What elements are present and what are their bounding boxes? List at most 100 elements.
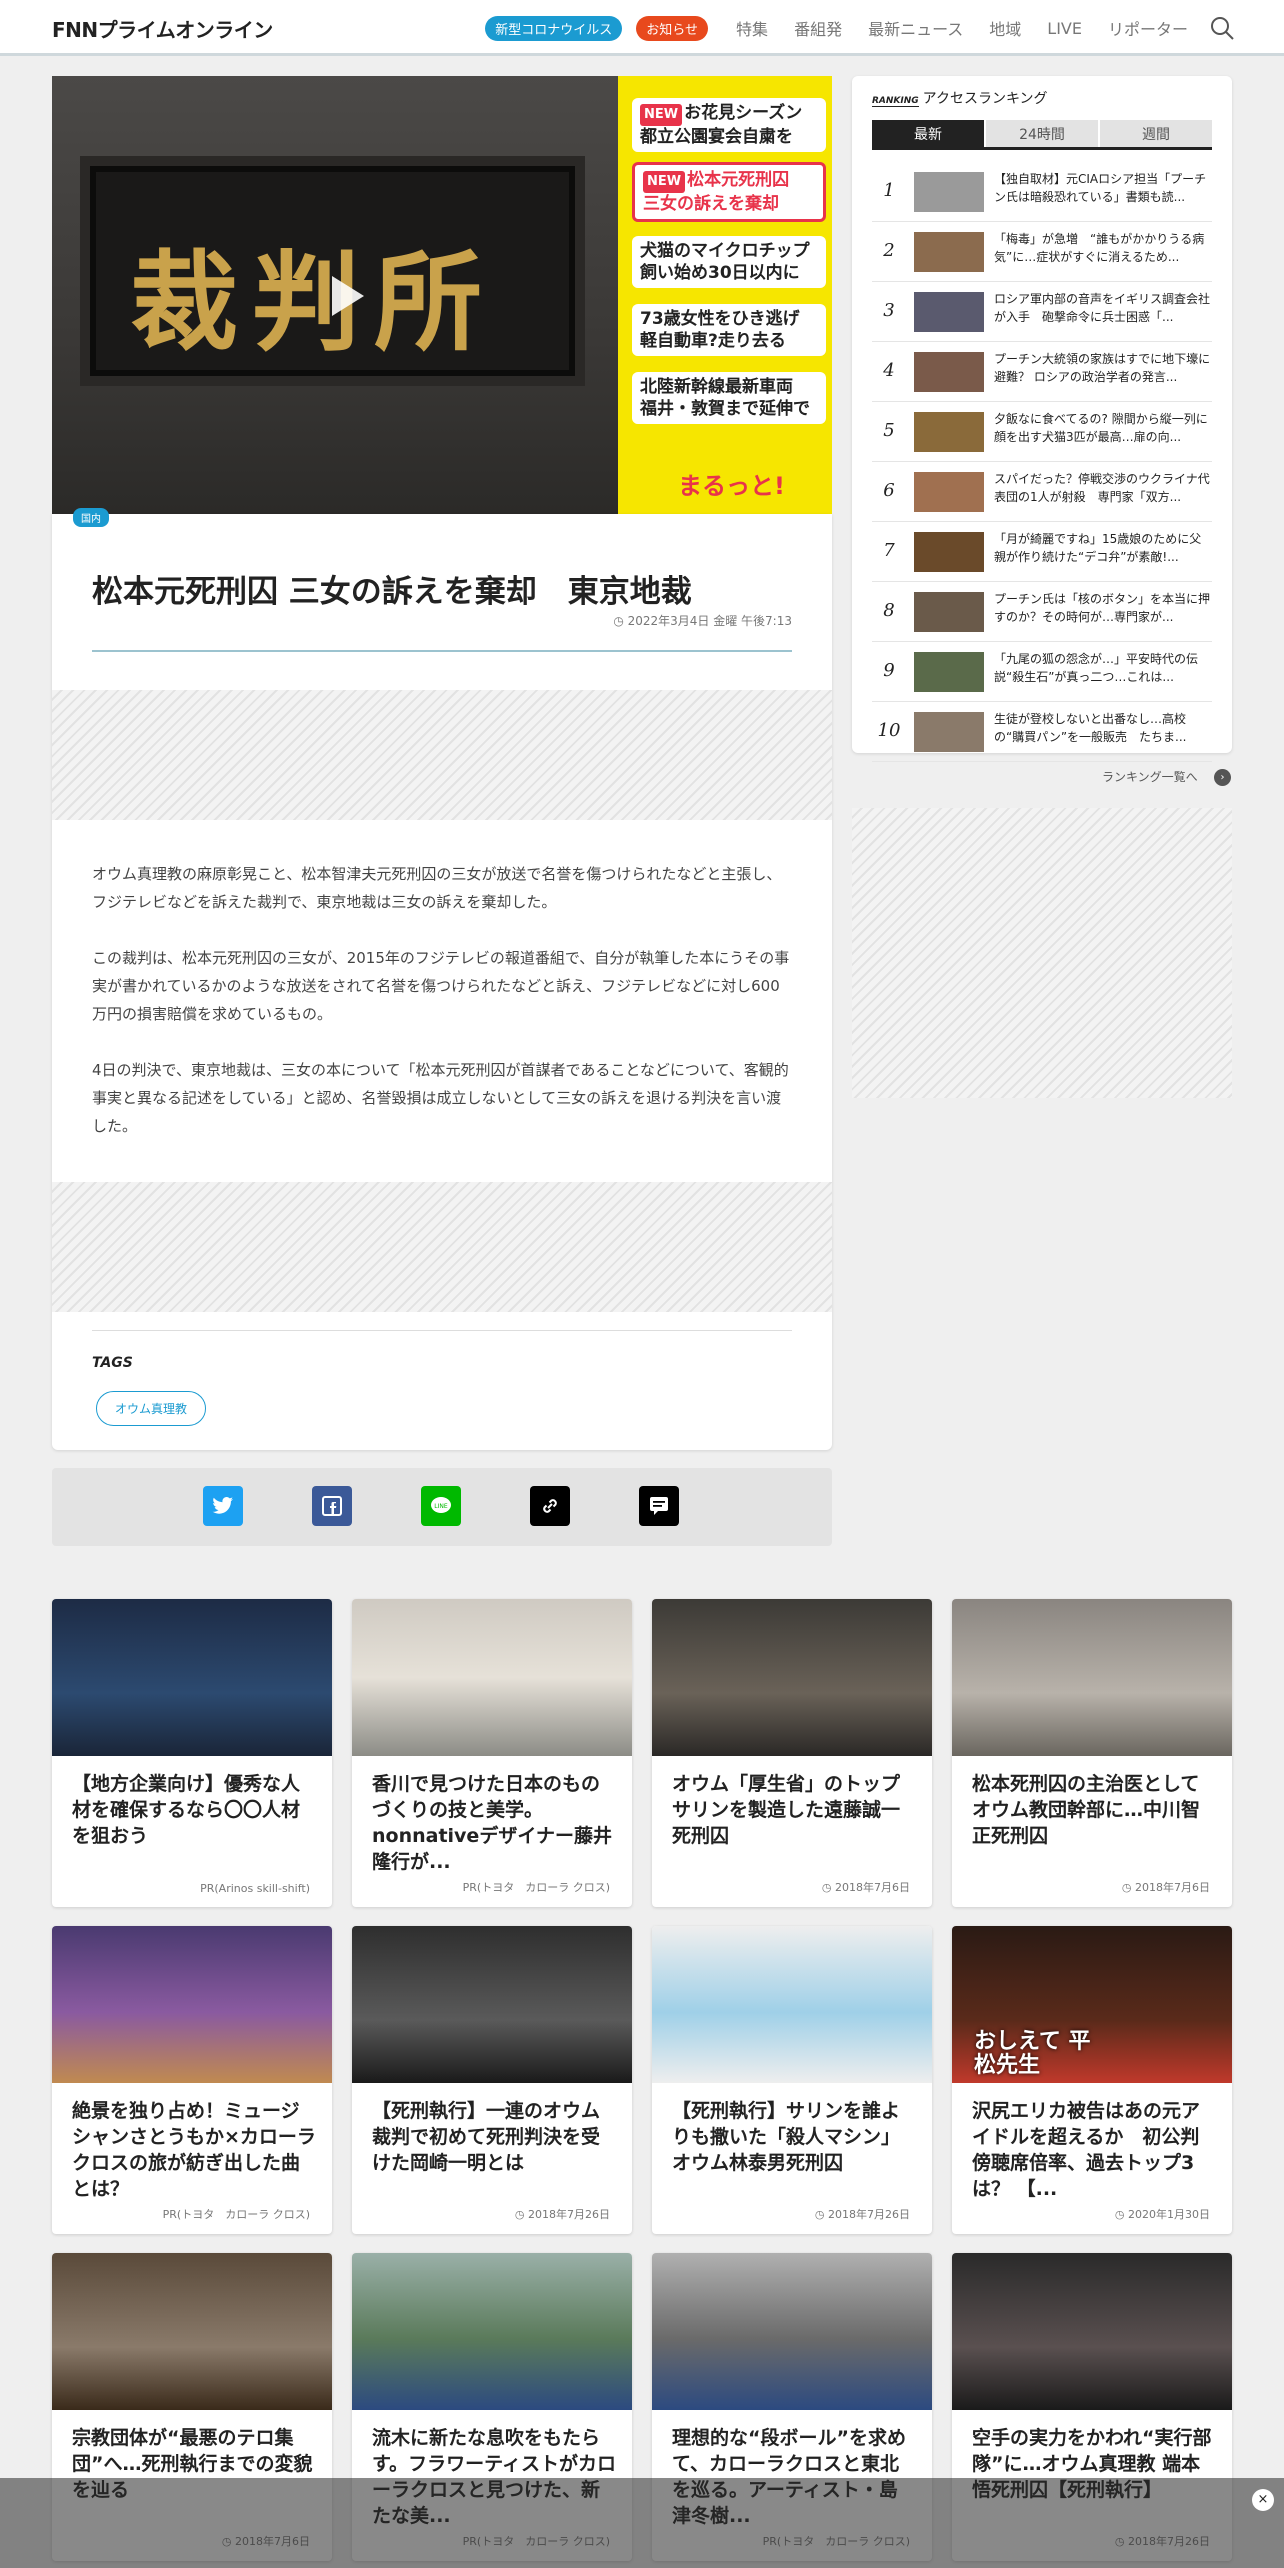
hero-headline-line: 都立公園宴会自粛を (640, 127, 793, 147)
ranking-item[interactable]: 8 プーチン氏は「核のボタン」を本当に押すのか？その時何が…専門家が... (872, 582, 1212, 642)
article-card-link[interactable]: 【死刑執行】一連のオウム裁判で初めて死刑判決を受けた岡崎一明とは ◷ 2018年7… (352, 1926, 632, 2234)
article-card-link[interactable]: オウム「厚生省」のトップ サリンを製造した遠藤誠一死刑囚 ◷ 2018年7月6日 (652, 1599, 932, 1907)
ranking-thumbnail (914, 532, 984, 572)
article-card-link[interactable]: 松本死刑囚の主治医としてオウム教団幹部に…中川智正死刑囚 ◷ 2018年7月6日 (952, 1599, 1232, 1907)
twitter-icon (212, 1497, 233, 1514)
ranking-thumbnail (914, 292, 984, 332)
hero-headline-panel: NEW お花見シーズン 都立公園宴会自粛を NEW 松本元死刑囚 三女の訴えを棄却 犬猫… (618, 76, 832, 514)
line-icon: LINE (431, 1497, 451, 1513)
ranking-item[interactable]: 9 「九尾の狐の怨念が…」平安時代の伝説“殺生石”が真っ二つ…これは... (872, 642, 1212, 702)
site-logo[interactable]: FNNプライムオンライン (52, 14, 273, 43)
ranking-number: 3 (883, 300, 895, 321)
ranking-title: 生徒が登校しないと出番なし…高校の“購買パン”を一般販売 たちま... (994, 712, 1187, 744)
ranking-thumbnail (914, 412, 984, 452)
hero-headline-line: 軽自動車?走り去る (640, 331, 786, 351)
hero-headline-line: 北陸新幹線最新車両 (640, 377, 793, 397)
ranking-number: 9 (883, 660, 895, 681)
card-title: 松本死刑囚の主治医としてオウム教団幹部に…中川智正死刑囚 (972, 1773, 1201, 1847)
card-title: 【地方企業向け】優秀な人材を確保するなら〇〇人材を狙おう (72, 1773, 301, 1847)
article-paragraph: オウム真理教の麻原彰晃こと、松本智津夫元死刑囚の三女が放送で名誉を傷つけられたな… (92, 865, 782, 911)
nav-latest-news[interactable]: 最新ニュース (868, 16, 963, 40)
card-footer-text: 2020年1月30日 (1128, 2208, 1210, 2221)
ranking-more-link[interactable]: ランキング一覧へ (1102, 768, 1198, 785)
tags-heading: TAGS (92, 1355, 133, 1371)
card-thumbnail (352, 1599, 632, 1756)
ranking-item[interactable]: 7 「月が綺麗ですね」15歳娘のために父親が作り続けた“デコ弁”が素敵!... (872, 522, 1212, 582)
category-badge: 国内 (73, 508, 109, 527)
ranking-item[interactable]: 10 生徒が登校しないと出番なし…高校の“購買パン”を一般販売 たちま... (872, 702, 1212, 762)
ranking-item[interactable]: 2 「梅毒」が急増 “誰もがかかりうる病気”に…症状がすぐに消えるため... (872, 222, 1212, 282)
hero-headline-line: お花見シーズン (684, 103, 803, 123)
card-thumbnail (52, 1926, 332, 2083)
article-card-link[interactable]: 香川で見つけた日本のものづくりの技と美学。nonnativeデザイナー藤井隆行が… (352, 1599, 632, 1907)
ranking-item[interactable]: 3 ロシア軍内部の音声をイギリス調査会社が入手 砲撃命令に兵士困惑「... (872, 282, 1212, 342)
sidebar-ad-placeholder (852, 808, 1232, 1098)
card-thumbnail (352, 1926, 632, 2083)
card-thumbnail (952, 1599, 1232, 1756)
article-card-link[interactable]: 絶景を独り占め！ミュージシャンさとうもか×カローラクロスの旅が紡ぎ出した曲とは？… (52, 1926, 332, 2234)
tag-link[interactable]: オウム真理教 (96, 1391, 207, 1426)
facebook-share-button[interactable] (312, 1486, 352, 1526)
card-thumbnail (52, 1599, 332, 1756)
ranking-tabs: 最新 24時間 週間 (872, 120, 1212, 150)
card-footer-text: 2018年7月6日 (1135, 1881, 1210, 1894)
search-icon[interactable] (1208, 14, 1236, 42)
new-badge: NEW (643, 171, 686, 193)
ranking-heading: RANKING アクセスランキング (872, 88, 1048, 108)
ranking-thumbnail (914, 232, 984, 272)
ranking-number: 2 (883, 240, 895, 261)
ranking-title: 「梅毒」が急増 “誰もがかかりうる病気”に…症状がすぐに消えるため... (994, 232, 1205, 264)
article-title: 松本元死刑囚 三女の訴えを棄却 東京地裁 (92, 574, 692, 610)
article-card-link[interactable]: おしえて 平松先生 沢尻エリカ被告はあの元アイドルを超えるか 初公判傍聴席倍率、過… (952, 1926, 1232, 2234)
line-share-button[interactable]: LINE (421, 1486, 461, 1526)
play-icon[interactable] (332, 276, 364, 316)
ranking-item[interactable]: 6 スパイだった？停戦交渉のウクライナ代表団の1人が射殺 専門家「双方... (872, 462, 1212, 522)
ranking-number: 7 (883, 540, 895, 561)
card-date: ◷ 2018年7月6日 (1122, 1879, 1210, 1895)
plaque-text: 裁判所 (130, 240, 497, 366)
chevron-right-icon[interactable]: › (1214, 769, 1231, 786)
facebook-icon (322, 1496, 342, 1516)
hero-video[interactable]: 裁判所 NEW お花見シーズン 都立公園宴会自粛を NEW 松本元死刑囚 三女の訴えを棄… (52, 76, 832, 514)
nav-programs[interactable]: 番組発 (794, 16, 842, 40)
nav-region[interactable]: 地域 (989, 16, 1021, 40)
card-footer-text: PR(Arinos skill-shift) (200, 1882, 310, 1895)
article-card-link[interactable]: 【地方企業向け】優秀な人材を確保するなら〇〇人材を狙おう PR(Arinos sk… (52, 1599, 332, 1907)
twitter-share-button[interactable] (203, 1486, 243, 1526)
ranking-item[interactable]: 1 【独自取材】元CIAロシア担当「プーチン氏は暗殺恐れている」書類も読... (872, 162, 1212, 222)
article-card-link[interactable]: 【死刑執行】サリンを誰よりも撒いた「殺人マシン」オウム林泰男死刑囚 ◷ 2018年… (652, 1926, 932, 2234)
ranking-item[interactable]: 4 プーチン大統領の家族はすでに地下壕に避難？ ロシアの政治学者の発言... (872, 342, 1212, 402)
comment-button[interactable] (639, 1486, 679, 1526)
tab-24h[interactable]: 24時間 (986, 120, 1098, 147)
hero-headline: 北陸新幹線最新車両 福井・敦賀まで延伸で (632, 372, 826, 424)
ad-placeholder (52, 1182, 832, 1312)
card-thumbnail: おしえて 平松先生 (952, 1926, 1232, 2083)
clock-icon: ◷ (814, 2208, 828, 2221)
title-divider (92, 650, 792, 652)
corona-pill-button[interactable]: 新型コロナウイルス (485, 15, 623, 41)
card-title: 【死刑執行】一連のオウム裁判で初めて死刑判決を受けた岡崎一明とは (372, 2100, 601, 2174)
hero-headline: 73歳女性をひき逃げ 軽自動車?走り去る (632, 304, 826, 356)
ranking-title: プーチン大統領の家族はすでに地下壕に避難？ ロシアの政治学者の発言... (994, 352, 1211, 384)
tab-weekly[interactable]: 週間 (1100, 120, 1212, 147)
copy-link-button[interactable] (530, 1486, 570, 1526)
ranking-number: 6 (883, 480, 895, 501)
nav-live[interactable]: LIVE (1047, 19, 1082, 38)
ranking-item[interactable]: 5 夕飯なに食べてるの? 隙間から縦一列に顔を出す犬猫3匹が最高…扉の向... (872, 402, 1212, 462)
nav-feature[interactable]: 特集 (736, 16, 768, 40)
svg-text:LINE: LINE (434, 1503, 448, 1510)
card-thumbnail (652, 2253, 932, 2410)
site-header: FNNプライムオンライン 新型コロナウイルス お知らせ 特集 番組発 最新ニュー… (0, 0, 1284, 56)
nav-reporter[interactable]: リポーター (1108, 16, 1188, 40)
card-date: ◷ 2020年1月30日 (1115, 2206, 1210, 2222)
ranking-heading-text: アクセスランキング (922, 91, 1048, 107)
ranking-number: 4 (883, 360, 895, 381)
tab-latest[interactable]: 最新 (872, 120, 984, 147)
ranking-title: スパイだった？停戦交渉のウクライナ代表団の1人が射殺 専門家「双方... (994, 472, 1210, 504)
close-icon[interactable]: × (1252, 2489, 1274, 2511)
notice-pill-button[interactable]: お知らせ (636, 15, 709, 41)
card-footer-text: 2018年7月6日 (835, 1881, 910, 1894)
hero-headline-line: 三女の訴えを棄却 (643, 194, 779, 214)
card-footer-text: PR(トヨタ カローラ クロス) (462, 1881, 610, 1894)
ranking-thumbnail (914, 592, 984, 632)
